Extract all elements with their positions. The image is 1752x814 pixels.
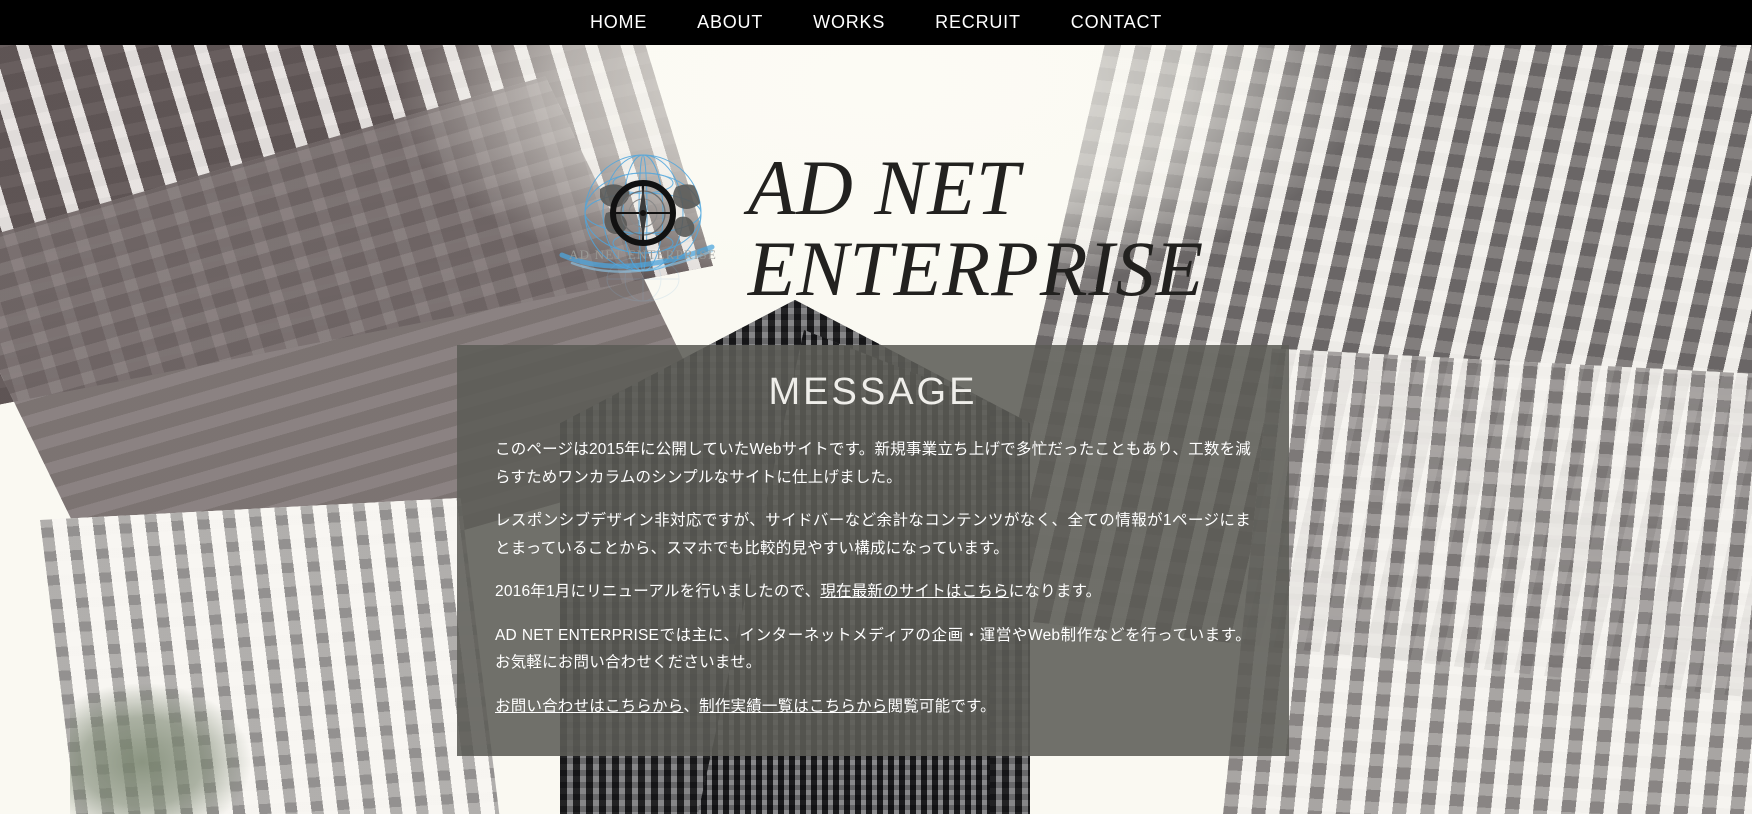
message-panel: MESSAGE このページは2015年に公開していたWebサイトです。新規事業立… bbox=[457, 345, 1289, 756]
message-body: このページは2015年に公開していたWebサイトです。新規事業立ち上げで多忙だっ… bbox=[457, 414, 1289, 721]
nav-item-contact[interactable]: CONTACT bbox=[1061, 8, 1172, 37]
navigation-list: HOME ABOUT WORKS RECRUIT CONTACT bbox=[580, 8, 1172, 37]
paragraph-3-text-after: になります。 bbox=[1008, 583, 1102, 601]
nav-item-home[interactable]: HOME bbox=[580, 8, 657, 37]
message-paragraph-5: お問い合わせはこちらから、制作実績一覧はこちらから閲覧可能です。 bbox=[495, 693, 1251, 721]
brand-header: AD NET ENTERPRISE AD NET ENTERPRISE bbox=[0, 95, 1752, 362]
contact-link[interactable]: お問い合わせはこちらから bbox=[495, 698, 683, 715]
message-paragraph-4: AD NET ENTERPRISEでは主に、インターネットメディアの企画・運営や… bbox=[495, 626, 1251, 672]
brand-title-line2: ENTERPRISE bbox=[747, 225, 1205, 313]
message-paragraph-3: 2016年1月にリニューアルを行いましたので、現在最新のサイトはこちらになります… bbox=[495, 578, 1251, 606]
nav-item-works[interactable]: WORKS bbox=[803, 8, 895, 37]
main-navigation-bar: HOME ABOUT WORKS RECRUIT CONTACT bbox=[0, 0, 1752, 45]
message-paragraph-2: レスポンシブデザイン非対応ですが、サイドバーなど余計なコンテンツがなく、全ての情… bbox=[495, 512, 1251, 557]
latest-site-link[interactable]: 現在最新のサイトはこちら bbox=[820, 583, 1008, 600]
nav-item-about[interactable]: ABOUT bbox=[687, 8, 773, 37]
message-heading: MESSAGE bbox=[768, 371, 978, 413]
nav-item-recruit[interactable]: RECRUIT bbox=[925, 8, 1031, 37]
message-paragraph-1: このページは2015年に公開していたWebサイトです。新規事業立ち上げで多忙だっ… bbox=[495, 441, 1251, 486]
paragraph-5-separator: 、 bbox=[683, 698, 700, 716]
background-building-right-lower bbox=[1217, 348, 1752, 814]
paragraph-5-text-after: 閲覧可能です。 bbox=[887, 698, 996, 716]
brand-title: AD NET ENTERPRISE bbox=[748, 147, 1204, 309]
globe-compass-logo-icon: AD NET ENTERPRISE bbox=[548, 151, 738, 306]
works-list-link[interactable]: 制作実績一覧はこちらから bbox=[699, 698, 887, 715]
paragraph-3-text-before: 2016年1月にリニューアルを行いましたので、 bbox=[495, 583, 821, 601]
brand-title-line1: AD NET bbox=[747, 144, 1021, 232]
page-root: HOME ABOUT WORKS RECRUIT CONTACT AD NET … bbox=[0, 0, 1752, 814]
background-tree bbox=[70, 684, 250, 814]
